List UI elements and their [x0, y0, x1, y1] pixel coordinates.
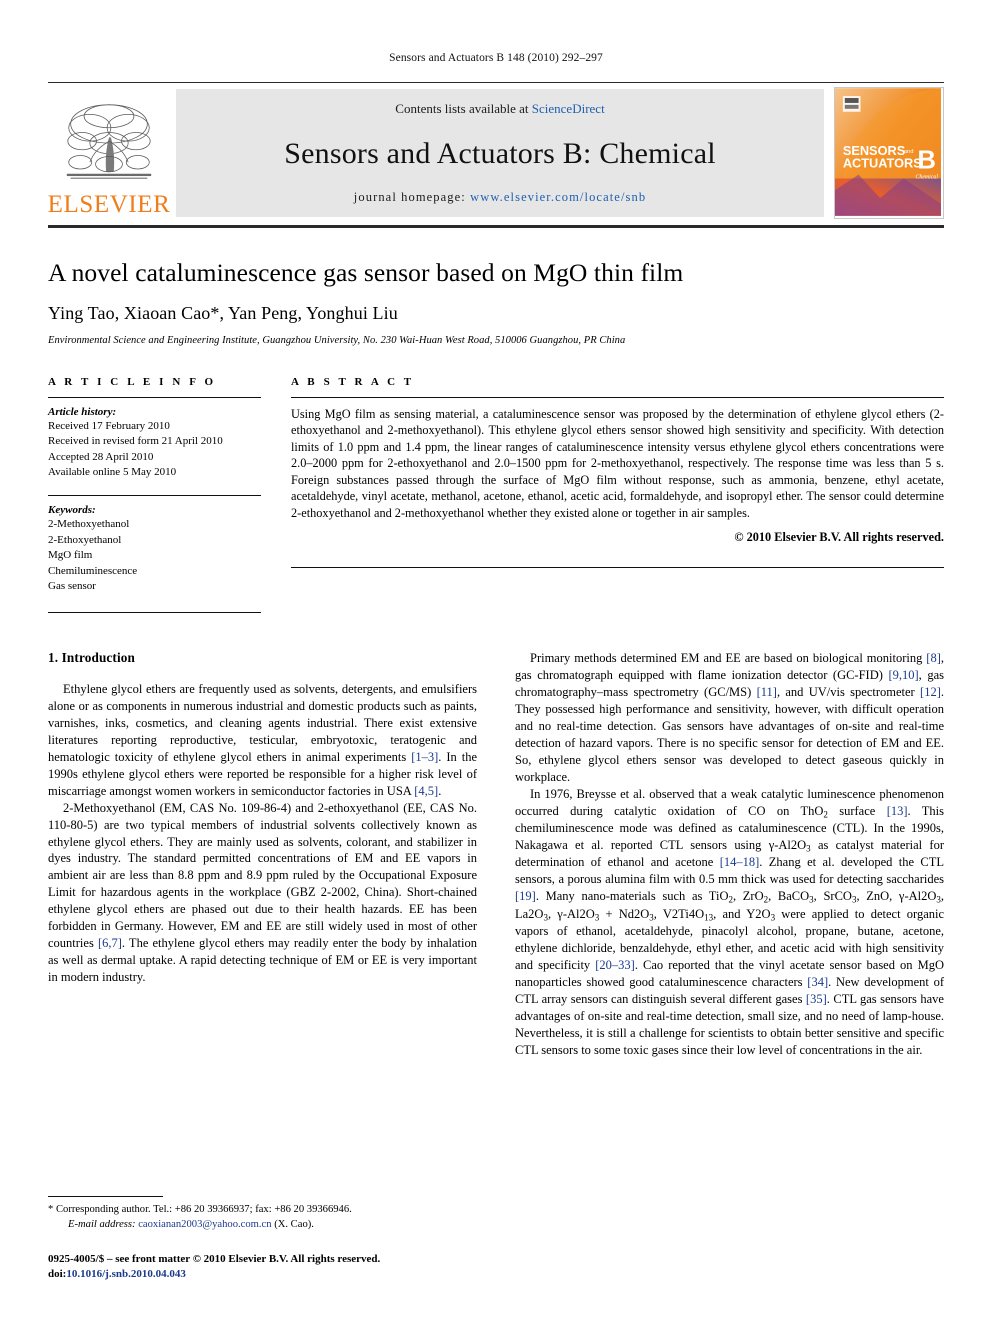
- journal-title: Sensors and Actuators B: Chemical: [284, 136, 716, 170]
- corresponding-text: Corresponding author. Tel.: +86 20 39366…: [55, 1204, 352, 1216]
- author-list: Ying Tao, Xiaoan Cao*, Yan Peng, Yonghui…: [48, 302, 398, 323]
- keyword-item: Chemiluminescence: [48, 564, 138, 577]
- article-history-label: Article history:: [48, 405, 117, 418]
- svg-text:ACTUATORS: ACTUATORS: [843, 156, 922, 171]
- email-note: E-mail address: caoxianan2003@yahoo.com.…: [48, 1218, 478, 1233]
- article-history-item: Available online 5 May 2010: [48, 466, 177, 479]
- elsevier-tree-icon: [61, 99, 157, 191]
- abstract-column: A B S T R A C T Using MgO film as sensin…: [291, 376, 944, 613]
- homepage-label: journal homepage:: [353, 190, 466, 204]
- email-label: E-mail address:: [68, 1218, 136, 1230]
- elsevier-logo: ELSEVIER: [48, 83, 170, 223]
- elsevier-wordmark: ELSEVIER: [47, 191, 171, 218]
- article-first-page: Sensors and Actuators B 148 (2010) 292–2…: [0, 0, 992, 1323]
- journal-cover-thumbnail: SENSORS and ACTUATORS B Chemical: [834, 87, 944, 219]
- doi-link[interactable]: 10.1016/j.snb.2010.04.043: [66, 1268, 186, 1280]
- body-columns: 1. Introduction Ethylene glycol ethers a…: [48, 650, 944, 1059]
- svg-text:Chemical: Chemical: [915, 175, 938, 181]
- paragraph: Ethylene glycol ethers are frequently us…: [48, 682, 477, 798]
- article-info-heading: A R T I C L E I N F O: [48, 375, 217, 388]
- abstract-rule-top: [291, 396, 944, 398]
- article-history-item: Received 17 February 2010: [48, 419, 170, 432]
- running-head: Sensors and Actuators B 148 (2010) 292–2…: [389, 52, 603, 64]
- contents-prefix: Contents lists available at: [395, 101, 532, 116]
- abstract-rule-bottom: [291, 567, 944, 569]
- article-history-item: Accepted 28 April 2010: [48, 450, 154, 463]
- abstract-heading: A B S T R A C T: [291, 375, 415, 388]
- article-history-item: Received in revised form 21 April 2010: [48, 435, 223, 448]
- footnote-zone: * Corresponding author. Tel.: +86 20 393…: [48, 1196, 478, 1283]
- keywords-label: Keywords:: [48, 504, 96, 517]
- contents-available-line: Contents lists available at ScienceDirec…: [395, 101, 604, 117]
- abstract-text: Using MgO film as sensing material, a ca…: [291, 406, 944, 520]
- article-info-rule-bottom: [48, 612, 261, 614]
- journal-homepage-line: journal homepage: www.elsevier.com/locat…: [354, 190, 646, 205]
- journal-masthead: ELSEVIER Contents lists available at Sci…: [48, 82, 944, 223]
- affiliation: Environmental Science and Engineering In…: [48, 334, 626, 346]
- keywords-rule-top: [48, 495, 261, 497]
- keyword-item: Gas sensor: [48, 580, 96, 593]
- journal-band: Contents lists available at ScienceDirec…: [176, 89, 824, 217]
- svg-text:and: and: [904, 149, 914, 155]
- body-left-column: 1. Introduction Ethylene glycol ethers a…: [48, 650, 477, 1059]
- article-info-column: A R T I C L E I N F O Article history: R…: [48, 375, 291, 614]
- homepage-url-link[interactable]: www.elsevier.com/locate/snb: [470, 190, 646, 204]
- svg-text:B: B: [917, 147, 935, 175]
- info-abstract-row: A R T I C L E I N F O Article history: R…: [48, 376, 944, 617]
- paragraph: In 1976, Breysse et al. observed that a …: [515, 786, 945, 1057]
- article-info-rule-top: [48, 396, 261, 398]
- keyword-item: 2-Methoxyethanol: [48, 518, 130, 531]
- issn-block: 0925-4005/$ – see front matter © 2010 El…: [48, 1252, 478, 1283]
- paragraph: Primary methods determined EM and EE are…: [515, 651, 944, 784]
- front-matter-line: 0925-4005/$ – see front matter © 2010 El…: [48, 1252, 381, 1265]
- doi-label: doi:: [48, 1268, 67, 1281]
- title-block: A novel cataluminescence gas sensor base…: [48, 228, 944, 346]
- sciencedirect-link[interactable]: ScienceDirect: [532, 101, 605, 116]
- keyword-item: 2-Ethoxyethanol: [48, 533, 122, 546]
- doi-line: doi:10.1016/j.snb.2010.04.043: [48, 1267, 478, 1283]
- corresponding-author-note: * Corresponding author. Tel.: +86 20 393…: [48, 1203, 478, 1218]
- email-owner: (X. Cao).: [274, 1218, 314, 1230]
- paragraph: 2-Methoxyethanol (EM, CAS No. 109-86-4) …: [48, 800, 477, 985]
- section-heading-introduction: 1. Introduction: [48, 650, 136, 666]
- keywords-list: 2-Methoxyethanol 2-Ethoxyethanol MgO fil…: [48, 517, 261, 595]
- email-link[interactable]: caoxianan2003@yahoo.com.cn: [138, 1219, 271, 1230]
- footnote-rule: [48, 1196, 163, 1198]
- corresponding-marker: *: [48, 1204, 54, 1216]
- keyword-item: MgO film: [48, 549, 93, 562]
- body-right-column: Primary methods determined EM and EE are…: [515, 650, 944, 1059]
- page-title: A novel cataluminescence gas sensor base…: [48, 258, 684, 287]
- copyright-line: © 2010 Elsevier B.V. All rights reserved…: [734, 530, 944, 545]
